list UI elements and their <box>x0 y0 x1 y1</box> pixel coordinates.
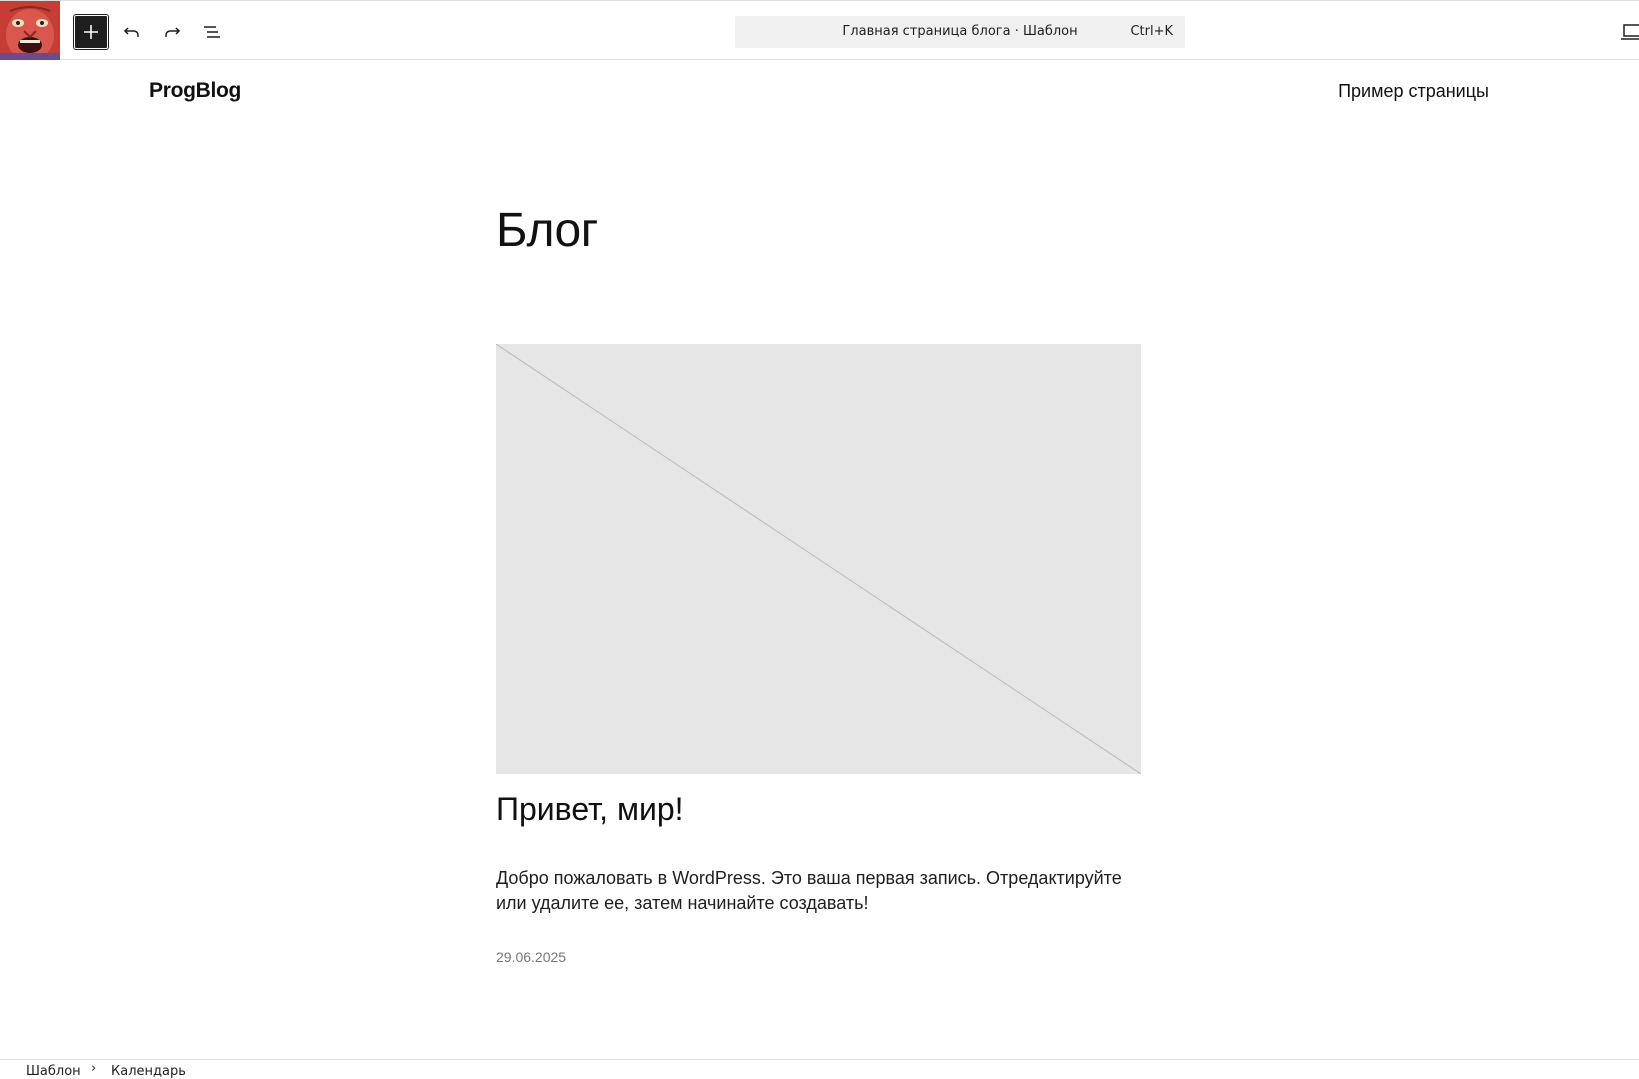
post-title[interactable]: Привет, мир! <box>496 791 684 828</box>
command-palette-button[interactable]: Главная страница блога · Шаблон Ctrl+K <box>735 16 1185 48</box>
block-breadcrumb-bar: Шаблон › Календарь <box>0 1059 1639 1079</box>
nav-link-sample-page[interactable]: Пример страницы <box>1338 81 1489 102</box>
document-title: Главная страница блога · Шаблон <box>842 24 1078 39</box>
command-shortcut: Ctrl+K <box>1130 24 1173 39</box>
post-excerpt[interactable]: Добро пожаловать в WordPress. Это ваша п… <box>496 866 1146 916</box>
desktop-icon <box>1621 24 1639 40</box>
breadcrumb-separator-icon: › <box>91 1061 97 1076</box>
featured-image-placeholder[interactable] <box>495 343 1142 775</box>
redo-icon <box>165 27 181 37</box>
site-icon[interactable] <box>0 1 60 61</box>
list-view-icon <box>204 26 220 38</box>
editor-canvas: ProgBlog Пример страницы Блог Привет, ми… <box>0 60 1639 1059</box>
undo-button[interactable] <box>115 15 149 49</box>
redo-button[interactable] <box>155 15 189 49</box>
breadcrumb-calendar[interactable]: Календарь <box>111 1064 186 1079</box>
breadcrumb-template[interactable]: Шаблон <box>26 1064 81 1079</box>
plus-icon <box>84 25 98 39</box>
undo-icon <box>123 27 139 37</box>
add-block-button[interactable] <box>74 15 108 49</box>
post-date[interactable]: 29.06.2025 <box>496 949 566 965</box>
placeholder-diagonal <box>495 343 1142 775</box>
editor-toolbar: Главная страница блога · Шаблон Ctrl+K <box>0 0 1639 61</box>
device-preview-button[interactable] <box>1620 23 1639 41</box>
list-view-button[interactable] <box>195 15 229 49</box>
page-heading[interactable]: Блог <box>496 203 598 258</box>
site-title[interactable]: ProgBlog <box>149 79 241 103</box>
